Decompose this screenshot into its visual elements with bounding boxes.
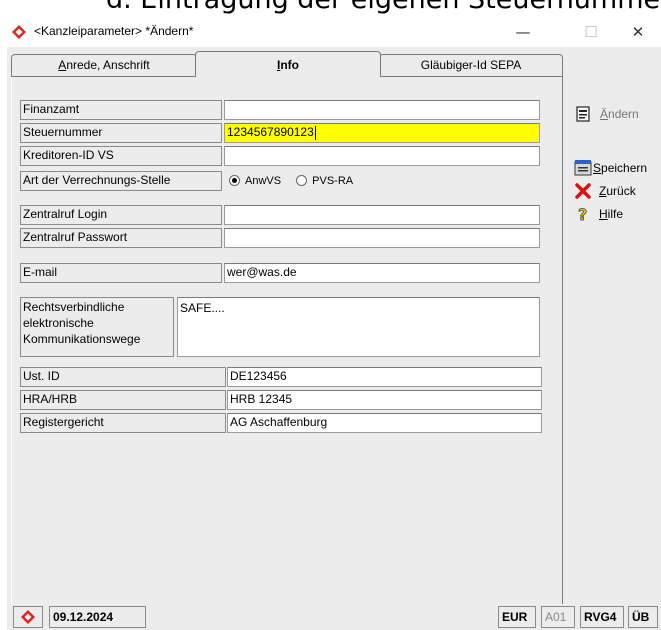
status-rvg: RVG4 [580,606,624,628]
document-edit-icon [576,106,590,122]
maximize-button[interactable]: ☐ [568,17,614,47]
close-button[interactable]: ✕ [615,17,661,47]
zurueck-button[interactable]: Zurück [574,180,660,202]
radio-pvs-ra-label: PVS-RA [312,175,354,187]
ust-id-input[interactable]: DE123456 [227,367,542,387]
label-kommunikation-line1: Rechtsverbindliche [23,300,125,314]
zentralruf-login-input[interactable] [224,205,540,225]
label-registergericht: Registergericht [20,413,226,433]
hilfe-label: Hilfe [599,207,624,221]
cancel-x-icon [575,183,591,199]
label-zentralruf-passwort: Zentralruf Passwort [20,228,222,248]
steuernummer-input[interactable]: 1234567890123 [224,123,540,143]
text-caret [314,125,316,140]
aendern-label: Ändern [600,107,639,121]
hilfe-button[interactable]: ? Hilfe [574,203,660,225]
email-input[interactable]: wer@was.de [224,263,540,283]
tab-label-sepa: Gläubiger-Id SEPA [420,58,522,72]
label-kommunikation-line2: elektronische [23,316,94,330]
status-logo-cell [13,606,43,628]
label-kommunikation-line3: Kommunikationswege [23,332,141,346]
save-icon [574,160,592,176]
help-question-icon: ? [578,205,588,223]
app-logo-icon [12,25,26,39]
svg-text:?: ? [578,205,587,223]
label-hra-hrb: HRA/HRB [20,390,226,410]
status-logo-icon [21,610,35,624]
speichern-button[interactable]: Speichern [574,157,660,179]
status-date: 09.12.2024 [49,606,146,628]
label-kreditoren-id: Kreditoren-ID VS [20,146,222,166]
verrechnungs-stelle-radio-group: AnwVS PVS-RA [229,171,353,191]
kreditoren-id-input[interactable] [224,146,540,166]
status-currency: EUR [498,606,536,628]
label-ust-id: Ust. ID [20,367,226,387]
steuernummer-value: 1234567890123 [227,125,314,139]
status-ub: ÜB [628,606,658,628]
status-bar: 09.12.2024 EUR A01 RVG4 ÜB [7,604,661,630]
hra-hrb-input[interactable]: HRB 12345 [227,390,542,410]
status-code: A01 [541,606,575,628]
tab-label-info: Info [277,58,299,72]
label-verrechnungs-stelle: Art der Verrechnungs-Stelle [20,171,222,191]
window-titlebar[interactable]: <Kanzleiparameter> *Ändern* — ☐ ✕ [0,17,661,47]
finanzamt-input[interactable] [224,100,540,120]
minimize-button[interactable]: — [500,17,546,47]
tab-anrede-anschrift[interactable]: Anrede, Anschrift [11,54,197,76]
kommunikationswege-textarea[interactable]: SAFE.... [177,297,540,357]
speichern-label: Speichern [593,161,648,175]
label-steuernummer: Steuernummer [20,123,222,143]
label-zentralruf-login: Zentralruf Login [20,205,222,225]
label-finanzamt: Finanzamt [20,100,222,120]
tab-info[interactable]: Info [195,51,381,77]
zurueck-label: Zurück [599,184,636,198]
tab-glaeubiger-id-sepa[interactable]: Gläubiger-Id SEPA [379,54,563,76]
radio-pvs-ra[interactable]: PVS-RA [296,174,354,187]
zentralruf-passwort-input[interactable] [224,228,540,248]
label-kommunikationswege: Rechtsverbindliche elektronische Kommuni… [20,297,174,357]
radio-pvs-ra-indicator[interactable] [296,174,308,186]
radio-anwvs[interactable]: AnwVS [229,174,282,187]
registergericht-input[interactable]: AG Aschaffenburg [227,413,542,433]
aendern-button[interactable]: Ändern [574,103,660,125]
caption-text: d. Eintragung der eigenen Steuernummer [106,0,661,15]
dialog-client-area: Anrede, Anschrift Info Gläubiger-Id SEPA… [7,47,661,630]
window-title: <Kanzleiparameter> *Ändern* [34,24,194,38]
radio-anwvs-indicator[interactable] [229,174,240,186]
label-email: E-mail [20,263,222,283]
radio-anwvs-label: AnwVS [245,175,282,187]
tab-label-anrede: Anrede, Anschrift [58,58,150,72]
